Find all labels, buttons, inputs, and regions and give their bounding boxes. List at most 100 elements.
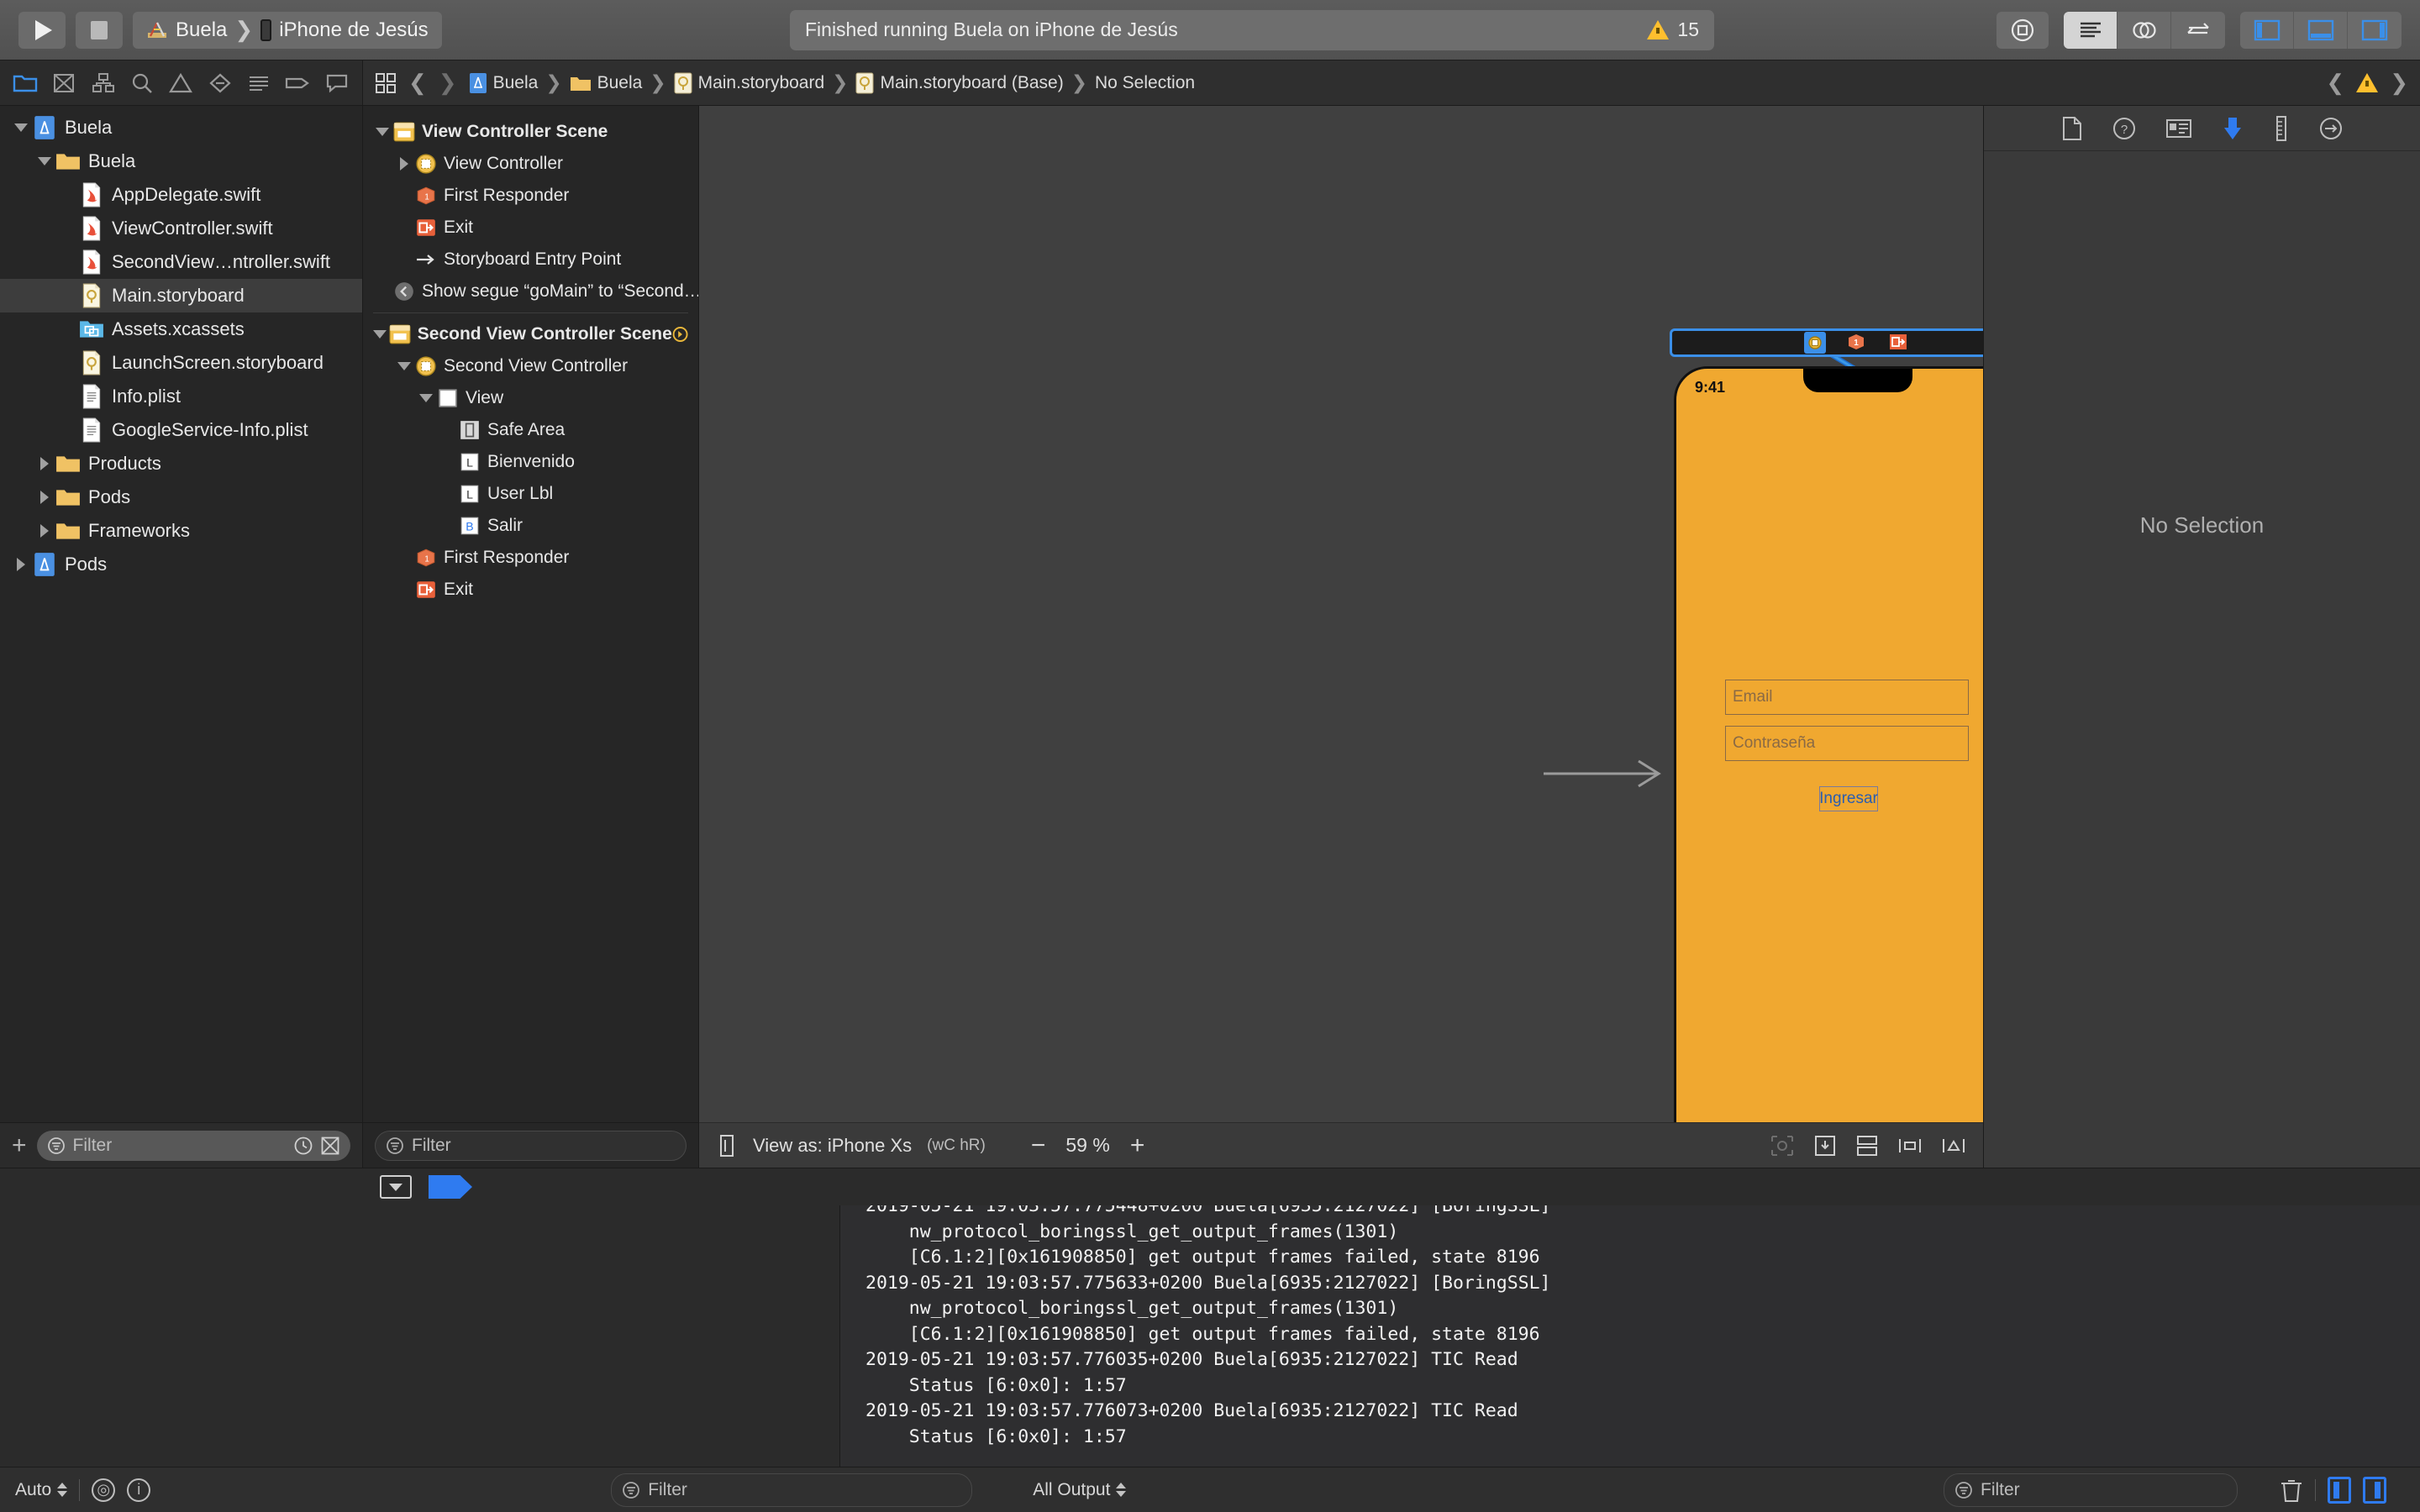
issue-navigator-tab[interactable]	[164, 66, 197, 100]
toggle-inspector-button[interactable]	[2348, 12, 2402, 49]
breadcrumb-item-group[interactable]: Buela	[570, 73, 642, 93]
outline-row[interactable]: Second View Controller	[363, 350, 698, 382]
add-file-button[interactable]: +	[12, 1132, 27, 1158]
chevron-down-icon[interactable]	[371, 128, 393, 136]
outline-row[interactable]: View	[363, 382, 698, 414]
first-responder-dock-icon[interactable]: 1	[1846, 332, 1868, 354]
toggle-debug-button[interactable]	[2294, 11, 2348, 49]
toggle-navigator-button[interactable]	[2240, 11, 2294, 49]
info-icon[interactable]: i	[127, 1478, 151, 1502]
align-icon[interactable]	[1897, 1134, 1923, 1158]
outline-row[interactable]: B Salir	[363, 510, 698, 542]
navigator-row[interactable]: Info.plist	[0, 380, 362, 413]
navigator-filter-input[interactable]: Filter	[36, 1130, 350, 1161]
navigator-row[interactable]: Main.storyboard	[0, 279, 362, 312]
assistant-editor-button[interactable]	[2118, 11, 2171, 49]
outline-row[interactable]: Second View Controller Scene	[363, 318, 698, 350]
run-button[interactable]	[18, 11, 66, 49]
outline-row[interactable]: View Controller	[363, 148, 698, 180]
navigator-row[interactable]: Pods	[0, 548, 362, 581]
version-editor-button[interactable]	[2171, 12, 2225, 49]
status-bar[interactable]: Finished running Buela on iPhone de Jesú…	[790, 9, 1714, 50]
outline-filter-input[interactable]: Filter	[375, 1130, 687, 1161]
chevron-right-icon[interactable]	[34, 457, 55, 470]
zoom-out-button[interactable]: −	[1031, 1132, 1046, 1158]
navigator-row[interactable]: Buela	[0, 111, 362, 144]
email-field[interactable]: Email	[1725, 680, 1969, 715]
navigator-row[interactable]: AppDelegate.swift	[0, 178, 362, 212]
chevron-down-icon[interactable]	[371, 330, 389, 339]
standard-editor-button[interactable]	[2064, 11, 2118, 49]
device-preview-icon[interactable]	[716, 1134, 738, 1158]
chevron-right-icon[interactable]	[10, 558, 32, 571]
watch-icon[interactable]: ◎	[92, 1478, 116, 1502]
outline-row[interactable]: Safe Area	[363, 414, 698, 446]
chevron-down-icon[interactable]	[393, 362, 415, 370]
scheme-selector[interactable]: Buela ❯ iPhone de Jesús	[133, 11, 442, 49]
navigator-row[interactable]: SecondView…ntroller.swift	[0, 245, 362, 279]
outline-row[interactable]: 1 First Responder	[363, 542, 698, 574]
comment-navigator-tab[interactable]	[320, 66, 354, 100]
update-frames-icon[interactable]	[1770, 1134, 1795, 1158]
attributes-inspector-tab[interactable]	[2221, 115, 2244, 142]
navigator-row[interactable]: ViewController.swift	[0, 212, 362, 245]
navigator-row[interactable]: GoogleService-Info.plist	[0, 413, 362, 447]
breadcrumb-item-project[interactable]: Buela	[469, 72, 538, 94]
scene1-dock-bar[interactable]: 1	[1670, 328, 1983, 357]
go-forward-button[interactable]: ❯	[439, 70, 457, 96]
previous-issue-button[interactable]: ❮	[2326, 70, 2344, 96]
embed-in-icon[interactable]	[1855, 1134, 1879, 1158]
clear-console-button[interactable]	[2280, 1477, 2303, 1504]
test-navigator-tab[interactable]	[203, 66, 237, 100]
login-button[interactable]: Ingresar	[1819, 786, 1878, 811]
resolve-issues-icon[interactable]	[1813, 1134, 1837, 1158]
go-back-button[interactable]: ❮	[408, 70, 427, 96]
identity-inspector-tab[interactable]	[2165, 117, 2192, 140]
add-constraints-icon[interactable]	[1941, 1134, 1966, 1158]
navigator-row[interactable]: LaunchScreen.storyboard	[0, 346, 362, 380]
chevron-right-icon[interactable]	[393, 157, 415, 171]
exit-dock-icon[interactable]	[1888, 332, 1910, 354]
outline-row[interactable]: View Controller Scene	[363, 116, 698, 148]
document-outline-tree[interactable]: View Controller Scene View Controller 1 Fir…	[363, 106, 698, 1122]
file-inspector-tab[interactable]	[2061, 116, 2083, 141]
source-control-navigator-tab[interactable]	[47, 66, 81, 100]
variables-scope-dropdown[interactable]: Auto	[15, 1480, 68, 1500]
breakpoints-toggle-button[interactable]	[429, 1175, 472, 1199]
outline-row[interactable]: L User Lbl	[363, 478, 698, 510]
outline-row[interactable]: Exit	[363, 212, 698, 244]
navigator-row[interactable]: Buela	[0, 144, 362, 178]
size-inspector-tab[interactable]	[2273, 115, 2290, 142]
output-scope-dropdown[interactable]: All Output	[1033, 1480, 1127, 1500]
password-field[interactable]: Contraseña	[1725, 726, 1969, 761]
breadcrumb-item-file[interactable]: Main.storyboard	[674, 72, 824, 94]
chevron-right-icon[interactable]	[34, 491, 55, 504]
variables-filter-input[interactable]: Filter	[611, 1473, 973, 1507]
show-variables-view-button[interactable]	[2328, 1476, 2351, 1504]
chevron-right-icon[interactable]	[34, 524, 55, 538]
breadcrumb-item-base[interactable]: Main.storyboard (Base)	[855, 72, 1064, 94]
view-as-label[interactable]: View as: iPhone Xs	[753, 1135, 912, 1157]
console-filter-input[interactable]: Filter	[1944, 1473, 2238, 1507]
scene1-device[interactable]: 9:41 Email Contraseña Ingresar	[1674, 366, 1983, 1122]
view-controller-dock-icon[interactable]	[1804, 332, 1826, 354]
storyboard-canvas[interactable]: 1 9:41 Email Contraseña Ingresar	[699, 106, 1983, 1122]
chevron-down-icon[interactable]	[10, 123, 32, 132]
report-navigator-tab[interactable]	[242, 66, 276, 100]
show-console-view-button[interactable]	[2363, 1476, 2386, 1504]
quick-help-tab[interactable]: ?	[2112, 116, 2137, 141]
breadcrumb-item-selection[interactable]: No Selection	[1095, 73, 1195, 93]
outline-row[interactable]: Storyboard Entry Point	[363, 244, 698, 276]
project-navigator-tree[interactable]: Buela Buela AppDelegate.swift ViewControlle…	[0, 106, 362, 1122]
stop-button[interactable]	[76, 11, 123, 49]
navigator-row[interactable]: Assets.xcassets	[0, 312, 362, 346]
next-issue-button[interactable]: ❯	[2390, 70, 2408, 96]
navigator-row[interactable]: Products	[0, 447, 362, 480]
tag-navigator-tab[interactable]	[281, 66, 314, 100]
outline-row[interactable]: L Bienvenido	[363, 446, 698, 478]
zoom-in-button[interactable]: +	[1130, 1132, 1145, 1158]
outline-row[interactable]: Exit	[363, 574, 698, 606]
console-view[interactable]: 2019-05-21 19:03:57.775448+0200 Buela[69…	[840, 1205, 2420, 1467]
library-button[interactable]	[1996, 11, 2049, 49]
initial-view-controller-badge-icon[interactable]	[672, 324, 688, 344]
